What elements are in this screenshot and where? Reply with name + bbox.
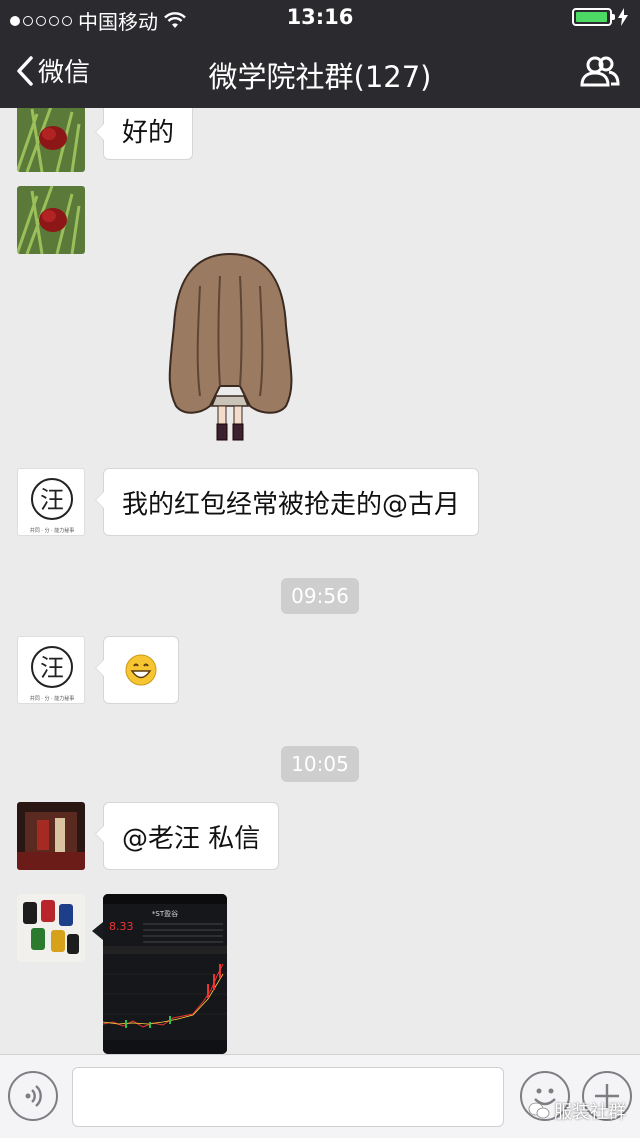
message-text: 好的 [122,117,175,148]
message-bubble[interactable]: @老汪 私信 [94,802,280,870]
grinning-face-emoji [125,654,157,686]
message-bubble[interactable]: 我的红包经常被抢走的@古月 [94,468,480,536]
battery-area [572,8,628,26]
chat-area[interactable]: 好的 汪 共同 · 分 · 能力秘事 我的红包经常被抢走的@古月 09:56 汪… [0,108,640,1054]
long-hair-girl-sticker[interactable] [160,246,300,446]
avatar-caption: 共同 · 分 · 能力秘事 [30,527,75,534]
avatar[interactable] [17,186,85,254]
avatar-character: 汪 [40,486,64,514]
avatar-character: 汪 [40,654,64,682]
bubble-tail [92,922,103,940]
chat-message: @老汪 私信 [0,800,640,872]
message-bubble[interactable]: 好的 [94,108,194,160]
chat-message: 汪 共同 · 分 · 能力秘事 我的红包经常被抢走的@古月 [0,466,640,538]
avatar[interactable] [17,802,85,870]
message-input[interactable] [72,1067,504,1127]
timestamp: 09:56 [0,578,640,614]
stock-price: 8.33 [109,920,134,933]
stock-name: *ST盈谷 [152,909,178,918]
avatar[interactable]: 汪 共同 · 分 · 能力秘事 [17,636,85,704]
avatar[interactable] [17,894,85,962]
chat-message: 好的 [0,108,640,176]
group-members-icon [580,56,620,87]
status-bar: 中国移动 13:16 [0,0,640,36]
chat-message: 汪 共同 · 分 · 能力秘事 [0,634,640,706]
group-members-button[interactable] [580,54,620,90]
top-bar: 中国移动 13:16 微信 微学院社群(127) [0,0,640,108]
message-bubble[interactable] [95,636,179,704]
timestamp: 10:05 [0,746,640,782]
stock-chart-screenshot[interactable]: *ST盈谷 8.33 [103,894,227,1054]
timestamp-text: 10:05 [281,746,359,782]
avatar[interactable] [17,108,85,172]
message-text: 我的红包经常被抢走的@古月 [122,489,461,520]
avatar[interactable]: 汪 共同 · 分 · 能力秘事 [17,468,85,536]
watermark-text: 服装社群 [554,1102,626,1123]
wechat-logo-icon [528,1102,550,1119]
watermark: 服装社群 [528,1098,626,1124]
voice-icon [25,1085,42,1107]
status-time: 13:16 [286,5,354,29]
chat-title: 微学院社群(127) [208,60,432,94]
charging-icon [618,8,628,26]
input-bar: 服装社群 [0,1054,640,1138]
voice-button[interactable] [8,1071,58,1121]
nav-bar: 微信 微学院社群(127) [0,36,640,108]
avatar-caption: 共同 · 分 · 能力秘事 [30,695,75,702]
chat-message [0,186,640,456]
timestamp-text: 09:56 [281,578,359,614]
chat-message: *ST盈谷 8.33 [0,892,640,1054]
message-text: @老汪 私信 [122,823,261,854]
battery-icon [572,8,615,26]
